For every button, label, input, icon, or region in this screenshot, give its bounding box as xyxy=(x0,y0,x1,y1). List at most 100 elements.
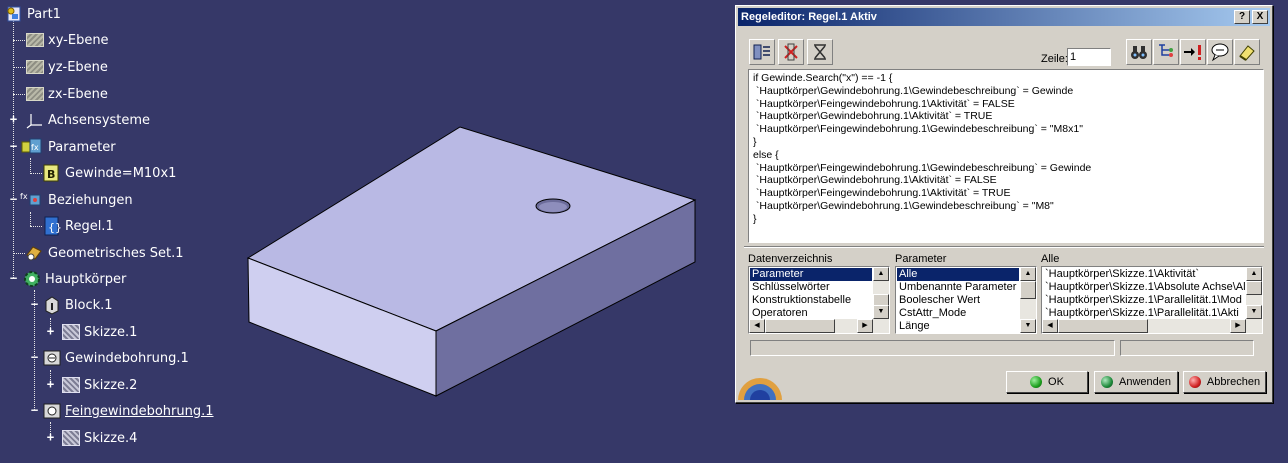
list-item[interactable]: Alle xyxy=(897,268,1019,281)
horizontal-scrollbar[interactable]: ◀ ▶ xyxy=(1042,319,1246,333)
scroll-right-icon[interactable]: ▶ xyxy=(1230,319,1246,333)
remove-variable-button[interactable] xyxy=(778,39,804,65)
tree-node-xy-plane[interactable]: xy-Ebene xyxy=(25,29,109,51)
code-line: `Hauptkörper\Feingewindebohrung.1\Gewind… xyxy=(753,123,1083,136)
3d-viewport[interactable] xyxy=(240,100,700,420)
dialog-titlebar[interactable]: Regeleditor: Regel.1 Aktiv ? X xyxy=(738,8,1270,26)
expand-icon[interactable]: + xyxy=(46,431,55,443)
tree-node-geometrical-set[interactable]: Geometrisches Set.1 xyxy=(25,242,184,264)
tree-node-rule[interactable]: {} Regel.1 xyxy=(42,215,114,237)
vertical-scrollbar[interactable]: ▲ ▼ xyxy=(873,267,889,333)
scroll-thumb[interactable] xyxy=(1246,281,1262,295)
expand-icon[interactable]: + xyxy=(9,113,18,125)
scroll-up-icon[interactable]: ▲ xyxy=(1246,267,1262,281)
list-item[interactable]: Konstruktionstabelle xyxy=(750,294,872,307)
tree-node-parameters[interactable]: fx Parameter xyxy=(19,136,116,158)
apply-button[interactable]: Anwenden xyxy=(1094,371,1178,393)
collapse-icon[interactable]: − xyxy=(9,140,18,152)
ok-button[interactable]: OK xyxy=(1006,371,1088,393)
code-line: `Hauptkörper\Feingewindebohrung.1\Gewind… xyxy=(753,161,1092,174)
list-item[interactable]: `Hauptkörper\Skizze.1\Parallelität.1\Mod xyxy=(1043,294,1245,307)
parameter-icon: fx xyxy=(19,137,45,157)
collapse-icon[interactable]: − xyxy=(30,351,39,363)
help-button[interactable]: ? xyxy=(1234,10,1250,24)
scroll-thumb[interactable] xyxy=(765,319,835,333)
tree-node-threaded-hole[interactable]: Gewindebohrung.1 xyxy=(42,347,189,369)
rule-code-editor[interactable]: if Gewinde.Search("x") == -1 { `Hauptkör… xyxy=(748,69,1264,243)
expand-icon[interactable]: + xyxy=(46,325,55,337)
scroll-thumb[interactable] xyxy=(1020,281,1036,299)
vertical-scrollbar[interactable]: ▲ ▼ xyxy=(1020,267,1036,333)
list-item[interactable]: Länge xyxy=(897,320,1019,332)
axis-system-icon xyxy=(25,110,45,130)
dialog-title: Regeleditor: Regel.1 Aktiv xyxy=(741,11,877,23)
scroll-left-icon[interactable]: ◀ xyxy=(1042,319,1058,333)
list-item[interactable]: `Hauptkörper\Skizze.1\Parallelität.1\Akt… xyxy=(1043,307,1245,319)
all-list-header: Alle xyxy=(1041,253,1060,265)
comment-button[interactable] xyxy=(1207,39,1233,65)
svg-text:{}: {} xyxy=(48,221,62,234)
variable-wizard-button[interactable] xyxy=(749,39,775,65)
code-line: if Gewinde.Search("x") == -1 { xyxy=(753,72,893,84)
object-browser-button[interactable] xyxy=(1153,39,1179,65)
collapse-icon[interactable]: − xyxy=(9,272,18,284)
tree-node-main-body[interactable]: Hauptkörper xyxy=(22,268,126,290)
all-members-listbox[interactable]: `Hauptkörper\Skizze.1\Aktivität` `Hauptk… xyxy=(1041,266,1263,334)
list-item[interactable]: Boolescher Wert xyxy=(897,294,1019,307)
scroll-up-icon[interactable]: ▲ xyxy=(1020,267,1036,281)
tree-node-sketch-1[interactable]: Skizze.1 xyxy=(61,321,137,343)
collapse-icon[interactable]: − xyxy=(30,298,39,310)
scroll-thumb[interactable] xyxy=(1058,319,1148,333)
dictionary-listbox[interactable]: Parameter Schlüsselwörter Konstruktionst… xyxy=(748,266,890,334)
tree-node-fine-threaded-hole[interactable]: Feingewindebohrung.1 xyxy=(42,400,214,422)
code-line: `Hauptkörper\Feingewindebohrung.1\Aktivi… xyxy=(753,187,1011,200)
list-item[interactable]: `Hauptkörper\Skizze.1\Aktivität` xyxy=(1043,268,1245,281)
eraser-icon xyxy=(1239,45,1255,61)
tree-node-sketch-4[interactable]: Skizze.4 xyxy=(61,427,137,449)
code-line: `Hauptkörper\Feingewindebohrung.1\Aktivi… xyxy=(753,97,1015,110)
status-field-left xyxy=(750,340,1115,356)
collapse-icon[interactable]: − xyxy=(9,193,18,205)
tree-node-zx-plane[interactable]: zx-Ebene xyxy=(25,83,108,105)
tree-node-yz-plane[interactable]: yz-Ebene xyxy=(25,56,108,78)
list-item[interactable]: Operatoren xyxy=(750,307,872,319)
scroll-down-icon[interactable]: ▼ xyxy=(1020,319,1036,333)
scroll-up-icon[interactable]: ▲ xyxy=(873,267,889,281)
collapse-icon[interactable]: − xyxy=(30,404,39,416)
find-button[interactable] xyxy=(1126,39,1152,65)
cancel-button[interactable]: Abbrechen xyxy=(1183,371,1266,393)
arrow-error-icon xyxy=(1184,45,1201,60)
parameter-listbox[interactable]: Alle Umbenannte Parameter Boolescher Wer… xyxy=(895,266,1037,334)
line-number-input[interactable] xyxy=(1067,48,1111,66)
expand-icon[interactable]: + xyxy=(46,378,55,390)
tree-node-axis-systems[interactable]: Achsensysteme xyxy=(25,109,150,131)
block-part-model xyxy=(246,126,697,397)
tree-node-sketch-2[interactable]: Skizze.2 xyxy=(61,374,137,396)
scroll-down-icon[interactable]: ▼ xyxy=(873,305,889,319)
list-item[interactable]: Umbenannte Parameter xyxy=(897,281,1019,294)
tree-node-relations[interactable]: fx Beziehungen xyxy=(19,189,133,211)
part-icon xyxy=(4,4,24,24)
code-line: `Hauptkörper\Gewindebohrung.1\Gewindebes… xyxy=(753,199,1054,212)
erase-button[interactable] xyxy=(1234,39,1260,65)
go-to-error-button[interactable] xyxy=(1180,39,1206,65)
code-line: } xyxy=(753,212,757,225)
scroll-left-icon[interactable]: ◀ xyxy=(749,319,765,333)
code-line: `Hauptkörper\Gewindebohrung.1\Gewindebes… xyxy=(753,84,1074,97)
list-item[interactable]: CstAttr_Mode xyxy=(897,307,1019,320)
tree-node-gewinde-parameter[interactable]: B Gewinde=M10x1 xyxy=(42,162,176,184)
tree-node-root[interactable]: Part1 xyxy=(4,3,61,25)
list-item[interactable]: `Hauptkörper\Skizze.1\Absolute Achse\Al xyxy=(1043,281,1245,294)
horizontal-scrollbar[interactable]: ◀ ▶ xyxy=(749,319,873,333)
cancel-status-icon xyxy=(1188,376,1201,388)
close-button[interactable]: X xyxy=(1252,10,1268,24)
list-item[interactable]: Schlüsselwörter xyxy=(750,281,872,294)
tree-node-pad[interactable]: Block.1 xyxy=(42,294,113,316)
delete-variable-icon xyxy=(784,43,798,61)
scroll-right-icon[interactable]: ▶ xyxy=(857,319,873,333)
list-item[interactable]: Parameter xyxy=(750,268,872,281)
vertical-scrollbar[interactable]: ▲ ▼ xyxy=(1246,267,1262,333)
scroll-down-icon[interactable]: ▼ xyxy=(1246,305,1262,319)
geometrical-set-icon xyxy=(25,243,45,263)
formula-wizard-button[interactable] xyxy=(807,39,833,65)
